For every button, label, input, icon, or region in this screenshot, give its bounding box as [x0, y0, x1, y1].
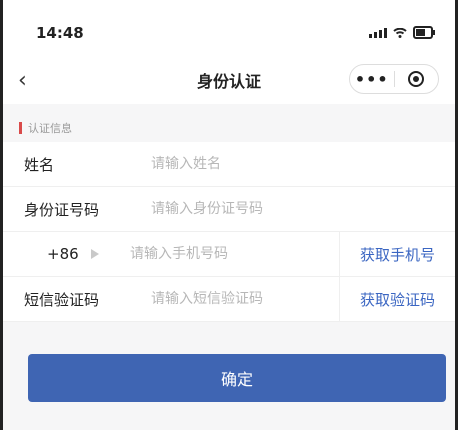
get-code-button[interactable]: 获取验证码: [339, 277, 455, 321]
phone-screen: 14:48 ‹ 身份认证 ••• 认证信息 姓名 请输入姓名 身份证号码 请输入…: [0, 0, 458, 430]
confirm-button[interactable]: 确定: [28, 354, 446, 402]
sms-label: 短信验证码: [24, 290, 100, 309]
signal-icon: [369, 27, 387, 38]
section-title: 认证信息: [28, 122, 72, 135]
status-time: 14:48: [36, 24, 84, 42]
status-icons: [369, 26, 435, 39]
country-code-selector[interactable]: +86: [3, 245, 128, 263]
phone-row: +86 获取手机号: [3, 231, 455, 277]
id-number-row: 身份证号码: [3, 186, 455, 232]
sms-row: 短信验证码 获取验证码: [3, 276, 455, 322]
name-input[interactable]: [149, 141, 455, 187]
country-code: +86: [47, 245, 79, 263]
miniprogram-capsule: •••: [349, 64, 439, 94]
id-number-label: 身份证号码: [24, 200, 100, 219]
get-phone-button[interactable]: 获取手机号: [339, 232, 455, 276]
name-row: 姓名: [3, 141, 455, 187]
target-icon: [408, 71, 425, 87]
auth-form: 姓名 身份证号码 +86 获取手机号 短信验证码 获取验证码: [3, 141, 455, 322]
wifi-icon: [393, 27, 407, 38]
caret-right-icon: [90, 249, 99, 259]
status-bar: 14:48: [3, 0, 455, 58]
section-marker: [19, 122, 22, 134]
name-label: 姓名: [24, 155, 55, 174]
more-button[interactable]: •••: [350, 70, 394, 89]
nav-bar: ‹ 身份认证 •••: [3, 58, 455, 104]
id-number-input[interactable]: [149, 186, 455, 232]
close-button[interactable]: [395, 71, 439, 87]
section-header: 认证信息: [3, 114, 203, 142]
battery-icon: [413, 26, 435, 39]
